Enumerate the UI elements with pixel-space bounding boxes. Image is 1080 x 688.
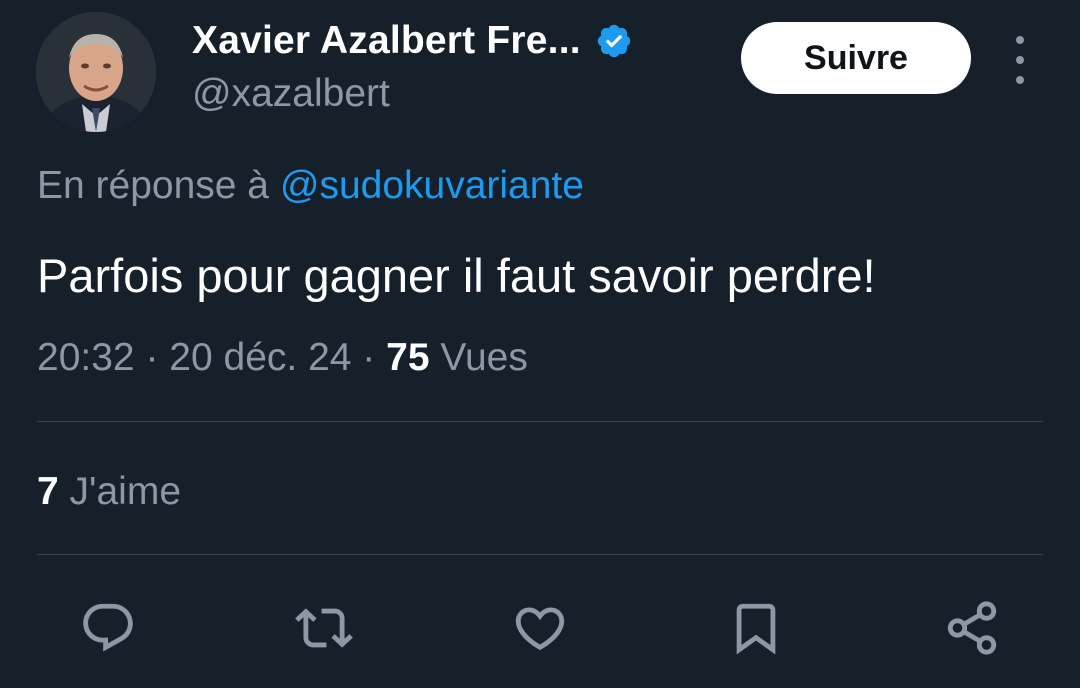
like-button[interactable]	[508, 596, 572, 660]
author-name-row[interactable]: Xavier Azalbert Fre...	[192, 18, 633, 64]
avatar[interactable]	[36, 12, 156, 132]
tweet-date[interactable]: 20 déc. 24	[169, 336, 351, 379]
reply-context: En réponse à @sudokuvariante	[37, 164, 584, 208]
tweet-text: Parfois pour gagner il faut savoir perdr…	[37, 249, 876, 302]
avatar-photo	[36, 12, 156, 132]
retweet-button[interactable]	[292, 596, 356, 660]
tweet-detail: Xavier Azalbert Fre... @xazalbert Suivre…	[0, 0, 1080, 688]
reply-icon	[83, 603, 133, 652]
author-handle[interactable]: @xazalbert	[192, 72, 390, 116]
views-count: 75	[386, 336, 430, 379]
bookmark-button[interactable]	[724, 596, 788, 660]
share-button[interactable]	[940, 596, 1004, 660]
reply-button[interactable]	[76, 596, 140, 660]
divider	[37, 554, 1043, 555]
share-icon	[947, 601, 997, 655]
tweet-meta: 20:32 · 20 déc. 24 · 75 Vues	[37, 336, 528, 380]
likes-count: 7	[37, 470, 59, 513]
verified-badge-icon	[595, 22, 633, 60]
likes-label: J'aime	[69, 470, 182, 513]
like-icon	[515, 607, 565, 651]
bookmark-icon	[736, 603, 776, 655]
views-label: Vues	[440, 336, 528, 379]
more-options-icon[interactable]	[1004, 36, 1036, 84]
reply-mention-link[interactable]: @sudokuvariante	[280, 164, 584, 207]
meta-separator: ·	[145, 336, 159, 379]
author-display-name[interactable]: Xavier Azalbert Fre...	[192, 19, 581, 63]
meta-separator: ·	[362, 336, 376, 379]
retweet-icon	[295, 608, 353, 648]
likes-stat[interactable]: 7 J'aime	[37, 470, 181, 514]
divider	[37, 421, 1043, 422]
follow-button[interactable]: Suivre	[741, 22, 971, 94]
reply-prefix: En réponse à	[37, 164, 270, 207]
tweet-time[interactable]: 20:32	[37, 336, 135, 379]
